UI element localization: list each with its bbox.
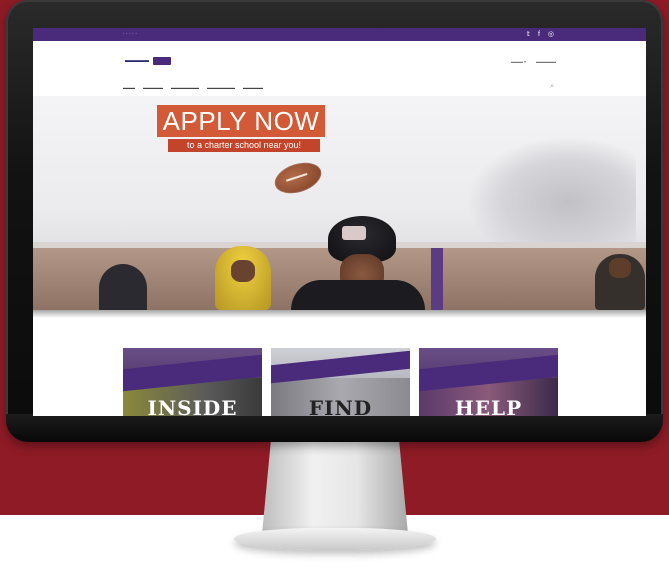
- child-jacket: [291, 280, 425, 310]
- top-bar: · · · · · 𝕥 f ◎: [33, 28, 646, 41]
- tile-inside[interactable]: INSIDE: [123, 348, 262, 416]
- tile-label: HELP: [454, 396, 523, 416]
- monitor-chin: [6, 414, 663, 442]
- nav-item[interactable]: ▬▬▬: [123, 85, 135, 90]
- child-figure-left: [99, 264, 147, 310]
- top-bar-links[interactable]: · · · · ·: [123, 31, 137, 37]
- football-image: [270, 157, 326, 199]
- apply-now-heading[interactable]: APPLY NOW: [157, 105, 325, 137]
- background-tree: [466, 136, 636, 246]
- instagram-icon[interactable]: ◎: [548, 30, 554, 39]
- utility-link[interactable]: ▬▬▬ ▾: [511, 59, 526, 64]
- utility-link[interactable]: ▬▬▬▬▬: [536, 59, 556, 64]
- hero-banner: APPLY NOW to a charter school near you!: [33, 96, 646, 310]
- site-logo[interactable]: ▬▬▬▬: [125, 55, 191, 67]
- nav-item[interactable]: ▬▬▬▬▬▬▬: [171, 85, 199, 90]
- facebook-icon[interactable]: f: [538, 30, 540, 39]
- nav-item[interactable]: ▬▬▬▬▬▬▬: [207, 85, 235, 90]
- nav-item[interactable]: ▬▬▬▬▬: [243, 85, 263, 90]
- child-figure-yellow-coat: [215, 246, 271, 310]
- child-figure-main: [283, 216, 433, 310]
- tile-help[interactable]: HELP: [419, 348, 558, 416]
- social-links: 𝕥 f ◎: [527, 30, 554, 39]
- main-nav: ▬▬▬ ▬▬▬▬▬ ▬▬▬▬▬▬▬ ▬▬▬▬▬▬▬ ▬▬▬▬▬: [123, 85, 263, 90]
- apply-now-subheading[interactable]: to a charter school near you!: [168, 139, 320, 152]
- website-screen: · · · · · 𝕥 f ◎ ▬▬▬▬ ▬▬▬ ▾ ▬▬▬▬▬ ▬▬▬ ▬▬▬…: [33, 28, 646, 416]
- tile-find[interactable]: FIND: [271, 348, 410, 416]
- utility-links: ▬▬▬ ▾ ▬▬▬▬▬: [511, 59, 556, 64]
- search-icon[interactable]: ⌕: [550, 83, 554, 91]
- twitter-icon[interactable]: 𝕥: [527, 30, 530, 39]
- child-figure-right: [595, 254, 645, 310]
- hero-shadow: [33, 310, 646, 318]
- logo-wordmark: ▬▬▬▬: [125, 58, 149, 64]
- tile-label: INSIDE: [147, 396, 238, 416]
- logo-badge: [153, 57, 171, 65]
- monitor-base: [234, 528, 436, 550]
- monitor-stand: [262, 442, 408, 534]
- tile-label: FIND: [308, 396, 373, 416]
- feature-tiles: INSIDE FIND HELP: [123, 348, 558, 416]
- nav-item[interactable]: ▬▬▬▬▬: [143, 85, 163, 90]
